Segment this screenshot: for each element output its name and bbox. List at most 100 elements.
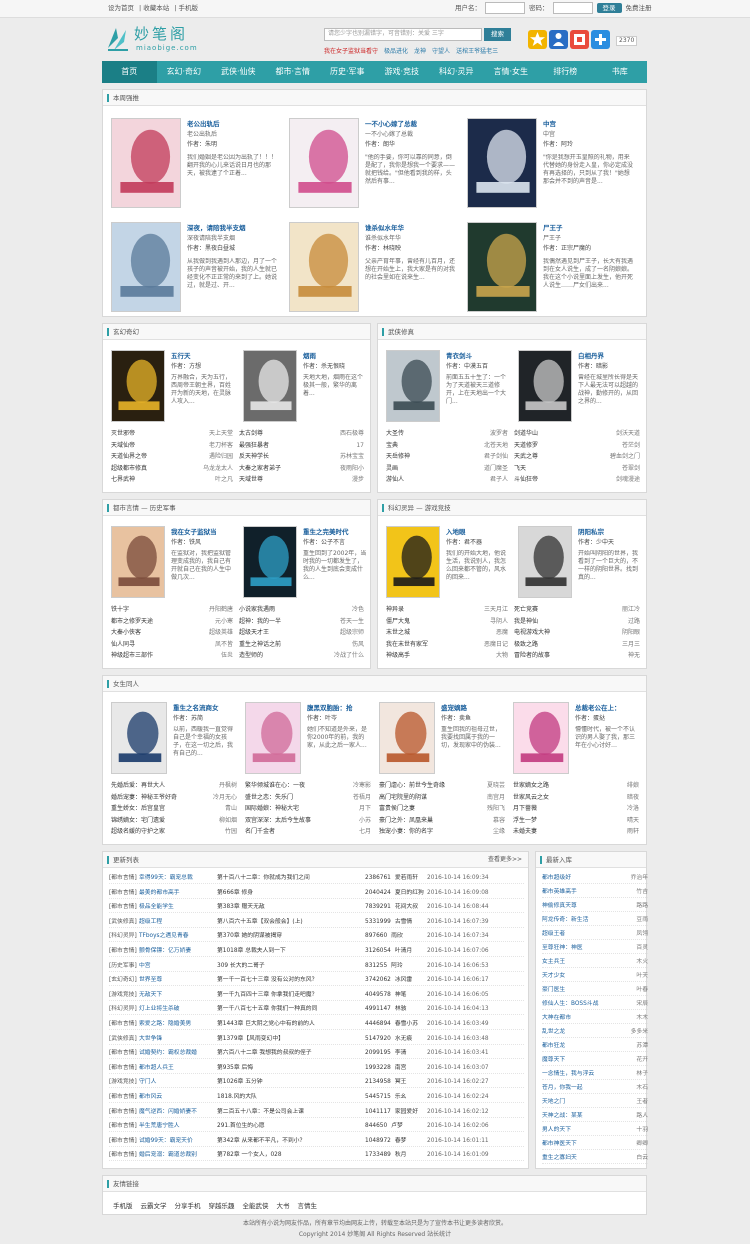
nav-item[interactable]: 首页 bbox=[102, 61, 157, 83]
chapter-link[interactable]: 309 长大的二哥子 bbox=[217, 960, 365, 971]
book-link[interactable]: 神偷修真天尊 bbox=[542, 900, 577, 911]
book-link[interactable]: 小说家我遇雨 bbox=[239, 606, 275, 614]
book-link[interactable]: 七界武神 bbox=[111, 476, 135, 484]
friend-link[interactable]: 言情生 bbox=[298, 1202, 318, 1210]
book-link[interactable]: 魔尊天下 bbox=[542, 1054, 565, 1065]
book-link[interactable]: 盛世之恋：失乐门 bbox=[245, 794, 293, 802]
book-link[interactable]: 神级超市三部作 bbox=[111, 652, 153, 660]
book-link[interactable]: 守门人 bbox=[139, 1076, 217, 1087]
plus-share-icon[interactable] bbox=[591, 30, 610, 49]
search-input[interactable]: 请您少字也别漏错字，可音错别：关爱 三字 bbox=[324, 28, 482, 41]
book-title[interactable]: 入地眼 bbox=[446, 528, 466, 537]
logo-icon[interactable] bbox=[106, 24, 130, 52]
book-cover[interactable] bbox=[513, 702, 569, 774]
book-title[interactable]: 深夜，请陪我半支烟 bbox=[187, 224, 246, 233]
book-link[interactable]: 中宫 bbox=[139, 960, 217, 971]
book-link[interactable]: 都市之修罗天途 bbox=[111, 618, 153, 626]
book-link[interactable]: 大世争锋 bbox=[139, 1033, 217, 1044]
book-title[interactable]: 重生之完美时代 bbox=[303, 528, 349, 537]
nav-item[interactable]: 武侠·仙侠 bbox=[211, 61, 266, 83]
book-title[interactable]: 五行天 bbox=[171, 352, 191, 361]
chapter-link[interactable]: 第1379章【风雨变幻中】 bbox=[217, 1033, 365, 1044]
bookmark-link[interactable]: 收藏本站 bbox=[143, 4, 169, 12]
book-cover[interactable] bbox=[111, 702, 167, 774]
book-link[interactable]: 先婚后爱：再世大人 bbox=[111, 782, 165, 790]
book-cover[interactable] bbox=[386, 350, 440, 422]
friend-link[interactable]: 全能武侠 bbox=[243, 1202, 269, 1210]
chapter-link[interactable]: 第一千九百四十三章 你拿我们走吧魔？ bbox=[217, 989, 365, 1000]
book-link[interactable]: 试婚99天：霸宠天价 bbox=[139, 1135, 217, 1146]
chapter-link[interactable]: 第935章 后悔 bbox=[217, 1062, 365, 1073]
book-link[interactable]: 半生荒唐宁胜人 bbox=[139, 1120, 217, 1131]
nav-item[interactable]: 都市·言情 bbox=[266, 61, 321, 83]
book-link[interactable]: 天道仙界之帝 bbox=[111, 453, 147, 461]
chapter-link[interactable]: 第342章 从来都不平凡，不到小？ bbox=[217, 1135, 365, 1146]
book-link[interactable]: 都市超人兵王 bbox=[139, 1062, 217, 1073]
book-link[interactable]: 死亡竞赛 bbox=[514, 606, 538, 614]
nav-item[interactable]: 历史·军事 bbox=[320, 61, 375, 83]
book-title[interactable]: 青衣剑斗 bbox=[446, 352, 472, 361]
book-cover[interactable] bbox=[111, 350, 165, 422]
book-title[interactable]: 阴阳私宗 bbox=[578, 528, 604, 537]
book-link[interactable]: 神异录 bbox=[386, 606, 404, 614]
chapter-link[interactable]: 第782章 一个女人，028 bbox=[217, 1149, 365, 1160]
book-link[interactable]: 高门宅院里的阴谋 bbox=[379, 794, 427, 802]
chapter-link[interactable]: 291.首位生的心愿 bbox=[217, 1120, 365, 1131]
book-title[interactable]: 盛宠嫡路 bbox=[441, 704, 467, 713]
book-link[interactable]: 斗仙狂帝 bbox=[514, 476, 538, 484]
book-link[interactable]: 豪门医生 bbox=[542, 984, 565, 995]
chapter-link[interactable]: 第666章 修身 bbox=[217, 887, 365, 898]
book-link[interactable]: 反天神学长 bbox=[239, 453, 269, 461]
book-link[interactable]: 电视游戏大神 bbox=[514, 629, 550, 637]
book-link[interactable]: 天域仙帝 bbox=[111, 442, 135, 450]
book-link[interactable]: 天道修罗 bbox=[514, 442, 538, 450]
chapter-link[interactable]: 第一千一百七十三章 没有公对的东风？ bbox=[217, 974, 365, 985]
chapter-link[interactable]: 第1018章 总裁夫人到一下 bbox=[217, 945, 365, 956]
book-link[interactable]: 天神之战：某某 bbox=[542, 1110, 583, 1121]
book-link[interactable]: 僵尸大鬼 bbox=[386, 618, 410, 626]
book-link[interactable]: 大秦之家者弟子 bbox=[239, 465, 281, 473]
book-link[interactable]: 重生之寡妇天 bbox=[542, 1152, 577, 1163]
book-link[interactable]: 国际婚娘：神秘大宅 bbox=[245, 805, 299, 813]
hotword-link[interactable]: 送棺王爷猛老三 bbox=[456, 48, 498, 55]
book-title[interactable]: 白相丹界 bbox=[578, 352, 604, 361]
book-link[interactable]: 剑道华山 bbox=[514, 430, 538, 438]
book-link[interactable]: 造型师的 bbox=[239, 652, 263, 660]
book-link[interactable]: 我在末世有家军 bbox=[386, 641, 428, 649]
book-link[interactable]: 苍月，你我一起 bbox=[542, 1082, 583, 1093]
book-cover[interactable] bbox=[289, 118, 359, 208]
updates-more-link[interactable]: 查看更多>> bbox=[488, 852, 522, 868]
nav-item[interactable]: 科幻·灵异 bbox=[429, 61, 484, 83]
book-link[interactable]: 超级王者 bbox=[542, 928, 565, 939]
chapter-link[interactable]: 第一千八百七十五章 你我们一种真的同 bbox=[217, 1003, 365, 1014]
book-link[interactable]: 修仙人生：BOSS斗战 bbox=[542, 998, 598, 1009]
nav-item[interactable]: 言情·女生 bbox=[484, 61, 539, 83]
book-cover[interactable] bbox=[379, 702, 435, 774]
login-button[interactable]: 登录 bbox=[596, 2, 622, 14]
search-button[interactable]: 搜索 bbox=[484, 28, 511, 41]
book-cover[interactable] bbox=[518, 526, 572, 598]
book-link[interactable]: 至尊狂神：神医 bbox=[542, 942, 583, 953]
book-link[interactable]: 天域世尊 bbox=[239, 476, 263, 484]
book-link[interactable]: 重生娇女：后宫皇宫 bbox=[111, 805, 165, 813]
book-link[interactable]: 试婚契约：霸权总裁婚 bbox=[139, 1047, 217, 1058]
book-link[interactable]: 灯上业将生杀破 bbox=[139, 1003, 217, 1014]
chapter-link[interactable]: 第六百八十二章 我想我的叔叔的侄子 bbox=[217, 1047, 365, 1058]
book-cover[interactable] bbox=[111, 526, 165, 598]
book-link[interactable]: 索爱之路：隐婚美男 bbox=[139, 1018, 217, 1029]
friend-link[interactable]: 手机版 bbox=[113, 1202, 133, 1210]
book-title[interactable]: 中宫 bbox=[543, 120, 556, 129]
hotword-link[interactable]: 极品进化 bbox=[384, 48, 408, 55]
book-link[interactable]: TFboys之遇见青春 bbox=[139, 930, 217, 941]
chapter-link[interactable]: 第二百五十八章：不是公司会上课 bbox=[217, 1106, 365, 1117]
renren-icon[interactable] bbox=[549, 30, 568, 49]
book-link[interactable]: 天才少女 bbox=[542, 970, 565, 981]
username-input[interactable] bbox=[485, 2, 525, 14]
book-cover[interactable] bbox=[386, 526, 440, 598]
book-link[interactable]: 游仙人 bbox=[386, 476, 404, 484]
book-link[interactable]: 幸得99天：霸宠总裁 bbox=[139, 872, 217, 883]
chapter-link[interactable]: 第十百八十二章：你就成为我们之间 bbox=[217, 872, 365, 883]
book-link[interactable]: 世界至尊 bbox=[139, 974, 217, 985]
book-link[interactable]: 我是神仙 bbox=[514, 618, 538, 626]
book-link[interactable]: 女主兵王 bbox=[542, 956, 565, 967]
